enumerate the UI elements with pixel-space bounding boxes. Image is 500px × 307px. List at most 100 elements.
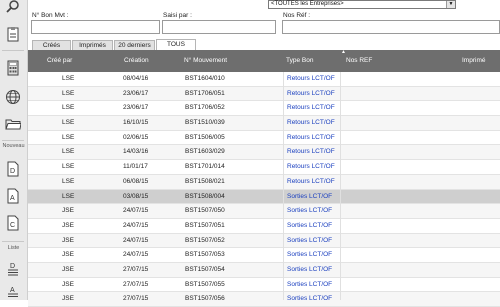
entreprise-select-value: <TOUTES les Entreprises> bbox=[271, 1, 344, 7]
cell-creation: 27/07/15 bbox=[123, 295, 149, 303]
search-icon[interactable] bbox=[5, 0, 21, 16]
cell-type-bon: Retours LCT/OF bbox=[287, 104, 335, 112]
col-imprime[interactable]: Imprimé bbox=[462, 57, 485, 64]
cell-mouvement: BST1507/054 bbox=[185, 265, 225, 273]
sort-arrow-icon[interactable]: ▲ bbox=[341, 49, 346, 55]
table-row[interactable]: JSE 27/07/15 BST1507/055 Sorties LCT/OF bbox=[28, 278, 500, 293]
table-row[interactable]: LSE 23/06/17 BST1706/052 Retours LCT/OF bbox=[28, 101, 500, 117]
col-nos-ref[interactable]: Nos REF bbox=[346, 57, 372, 64]
cell-type-bon: Sorties LCT/OF bbox=[287, 265, 333, 273]
new-document-d-icon[interactable]: D bbox=[5, 161, 21, 177]
table-row[interactable]: LSE 02/06/15 BST1506/005 Retours LCT/OF bbox=[28, 131, 500, 146]
table-row[interactable]: JSE 27/07/15 BST1507/054 Sorties LCT/OF bbox=[28, 262, 500, 278]
svg-text:A: A bbox=[10, 195, 15, 202]
list-d-icon[interactable]: D bbox=[5, 260, 21, 276]
table-row[interactable]: JSE 24/07/15 BST1507/051 Sorties LCT/OF bbox=[28, 219, 500, 234]
cell-creation: 11/01/17 bbox=[123, 163, 148, 171]
table-row[interactable]: LSE 06/08/15 BST1508/021 Retours LCT/OF bbox=[28, 174, 500, 190]
table-row[interactable]: JSE 24/07/15 BST1507/050 Sorties LCT/OF bbox=[28, 204, 500, 219]
table-row[interactable]: LSE 08/04/16 BST1604/010 Retours LCT/OF bbox=[28, 72, 500, 87]
cell-type-bon: Retours LCT/OF bbox=[287, 177, 335, 185]
table-row[interactable]: LSE 03/08/15 BST1508/004 Sorties LCT/OF bbox=[28, 189, 500, 205]
bon-mvt-input[interactable] bbox=[31, 20, 160, 34]
col-cree-par[interactable]: Créé par bbox=[47, 57, 72, 64]
cell-type-bon: Retours LCT/OF bbox=[287, 75, 335, 82]
cell-mouvement: BST1507/056 bbox=[185, 295, 225, 303]
cell-type-bon: Sorties LCT/OF bbox=[287, 192, 333, 200]
cell-type-bon: Retours LCT/OF bbox=[287, 163, 335, 171]
table-row[interactable]: LSE 14/03/16 BST1603/029 Retours LCT/OF bbox=[28, 145, 500, 161]
cell-mouvement: BST1706/052 bbox=[185, 104, 225, 112]
cell-mouvement: BST1508/021 bbox=[185, 177, 225, 185]
table-row[interactable]: LSE 11/01/17 BST1701/014 Retours LCT/OF bbox=[28, 160, 500, 175]
cell-mouvement: BST1510/039 bbox=[185, 119, 225, 127]
table-row[interactable]: LSE 23/06/17 BST1706/051 Retours LCT/OF bbox=[28, 86, 500, 102]
cell-type-bon: Retours LCT/OF bbox=[287, 133, 335, 141]
col-creation[interactable]: Création bbox=[124, 57, 149, 64]
clipboard-icon[interactable] bbox=[5, 26, 21, 42]
entreprise-select[interactable]: <TOUTES les Entreprises> ▼ bbox=[268, 0, 456, 9]
cell-creation: 03/08/15 bbox=[123, 192, 149, 200]
tab-tous[interactable]: TOUS bbox=[156, 39, 196, 50]
calculator-icon[interactable] bbox=[5, 60, 21, 76]
globe-icon[interactable] bbox=[5, 89, 21, 105]
table-row[interactable]: JSE 24/07/15 BST1507/052 Sorties LCT/OF bbox=[28, 233, 500, 249]
svg-text:A: A bbox=[10, 287, 15, 294]
cell-cree-par: LSE bbox=[62, 133, 75, 141]
svg-text:D: D bbox=[10, 263, 15, 270]
cell-mouvement: BST1507/055 bbox=[185, 280, 225, 288]
chevron-down-icon[interactable]: ▼ bbox=[446, 1, 455, 8]
table-row[interactable]: JSE 24/07/15 BST1507/053 Sorties LCT/OF bbox=[28, 248, 500, 263]
cell-cree-par: LSE bbox=[62, 119, 75, 127]
tab-20-derniers[interactable]: 20 derniers bbox=[114, 40, 155, 50]
nos-ref-label: Nos Réf : bbox=[283, 12, 311, 19]
cell-cree-par: LSE bbox=[62, 104, 75, 112]
cell-creation: 23/06/17 bbox=[123, 89, 149, 97]
cell-type-bon: Sorties LCT/OF bbox=[287, 207, 333, 215]
svg-text:D: D bbox=[10, 168, 15, 175]
col-type-bon[interactable]: Type Bon bbox=[286, 57, 313, 64]
cell-cree-par: LSE bbox=[62, 177, 75, 185]
cell-cree-par: JSE bbox=[62, 280, 74, 288]
cell-type-bon: Sorties LCT/OF bbox=[287, 251, 333, 259]
table-row[interactable]: LSE 16/10/15 BST1510/039 Retours LCT/OF bbox=[28, 116, 500, 131]
cell-mouvement: BST1706/051 bbox=[185, 89, 225, 97]
new-document-a-icon[interactable]: A bbox=[5, 188, 21, 204]
cell-creation: 24/07/15 bbox=[123, 207, 149, 215]
bon-mvt-label: N° Bon Mvt : bbox=[32, 12, 69, 19]
cell-cree-par: JSE bbox=[62, 236, 74, 244]
cell-creation: 23/06/17 bbox=[123, 104, 149, 112]
nos-ref-input[interactable] bbox=[282, 20, 500, 34]
cell-mouvement: BST1507/052 bbox=[185, 236, 225, 244]
cell-mouvement: BST1603/029 bbox=[185, 148, 225, 156]
tab-imprimes[interactable]: Imprimés bbox=[72, 40, 113, 50]
col-mouvement[interactable]: N° Mouvement bbox=[184, 57, 227, 64]
saisi-par-label: Saisi par : bbox=[163, 12, 192, 19]
cell-cree-par: LSE bbox=[62, 75, 75, 82]
new-document-c-icon[interactable]: C bbox=[5, 215, 21, 231]
cell-creation: 16/10/15 bbox=[123, 119, 149, 127]
cell-cree-par: LSE bbox=[62, 163, 75, 171]
cell-mouvement: BST1508/004 bbox=[185, 192, 225, 200]
cell-mouvement: BST1701/014 bbox=[185, 163, 225, 171]
saisi-par-input[interactable] bbox=[162, 20, 276, 34]
cell-creation: 24/07/15 bbox=[123, 236, 149, 244]
list-a-icon[interactable]: A bbox=[5, 284, 21, 300]
cell-cree-par: LSE bbox=[62, 148, 75, 156]
cell-creation: 02/06/15 bbox=[123, 133, 149, 141]
cell-creation: 24/07/15 bbox=[123, 251, 149, 259]
cell-creation: 27/07/15 bbox=[123, 265, 149, 273]
cell-cree-par: JSE bbox=[62, 221, 74, 229]
movement-table-body: LSE 08/04/16 BST1604/010 Retours LCT/OF LSE 2… bbox=[28, 72, 500, 307]
cell-type-bon: Retours LCT/OF bbox=[287, 89, 335, 97]
cell-cree-par: LSE bbox=[62, 192, 75, 200]
cell-cree-par: JSE bbox=[62, 207, 74, 215]
cell-mouvement: BST1506/005 bbox=[185, 133, 225, 141]
cell-mouvement: BST1604/010 bbox=[185, 75, 225, 82]
tab-crees[interactable]: Créés bbox=[32, 40, 71, 50]
cell-creation: 08/04/16 bbox=[123, 75, 149, 82]
folder-icon[interactable] bbox=[5, 116, 21, 132]
cell-mouvement: BST1507/051 bbox=[185, 221, 225, 229]
cell-type-bon: Sorties LCT/OF bbox=[287, 280, 333, 288]
liste-label: Liste bbox=[7, 245, 20, 251]
